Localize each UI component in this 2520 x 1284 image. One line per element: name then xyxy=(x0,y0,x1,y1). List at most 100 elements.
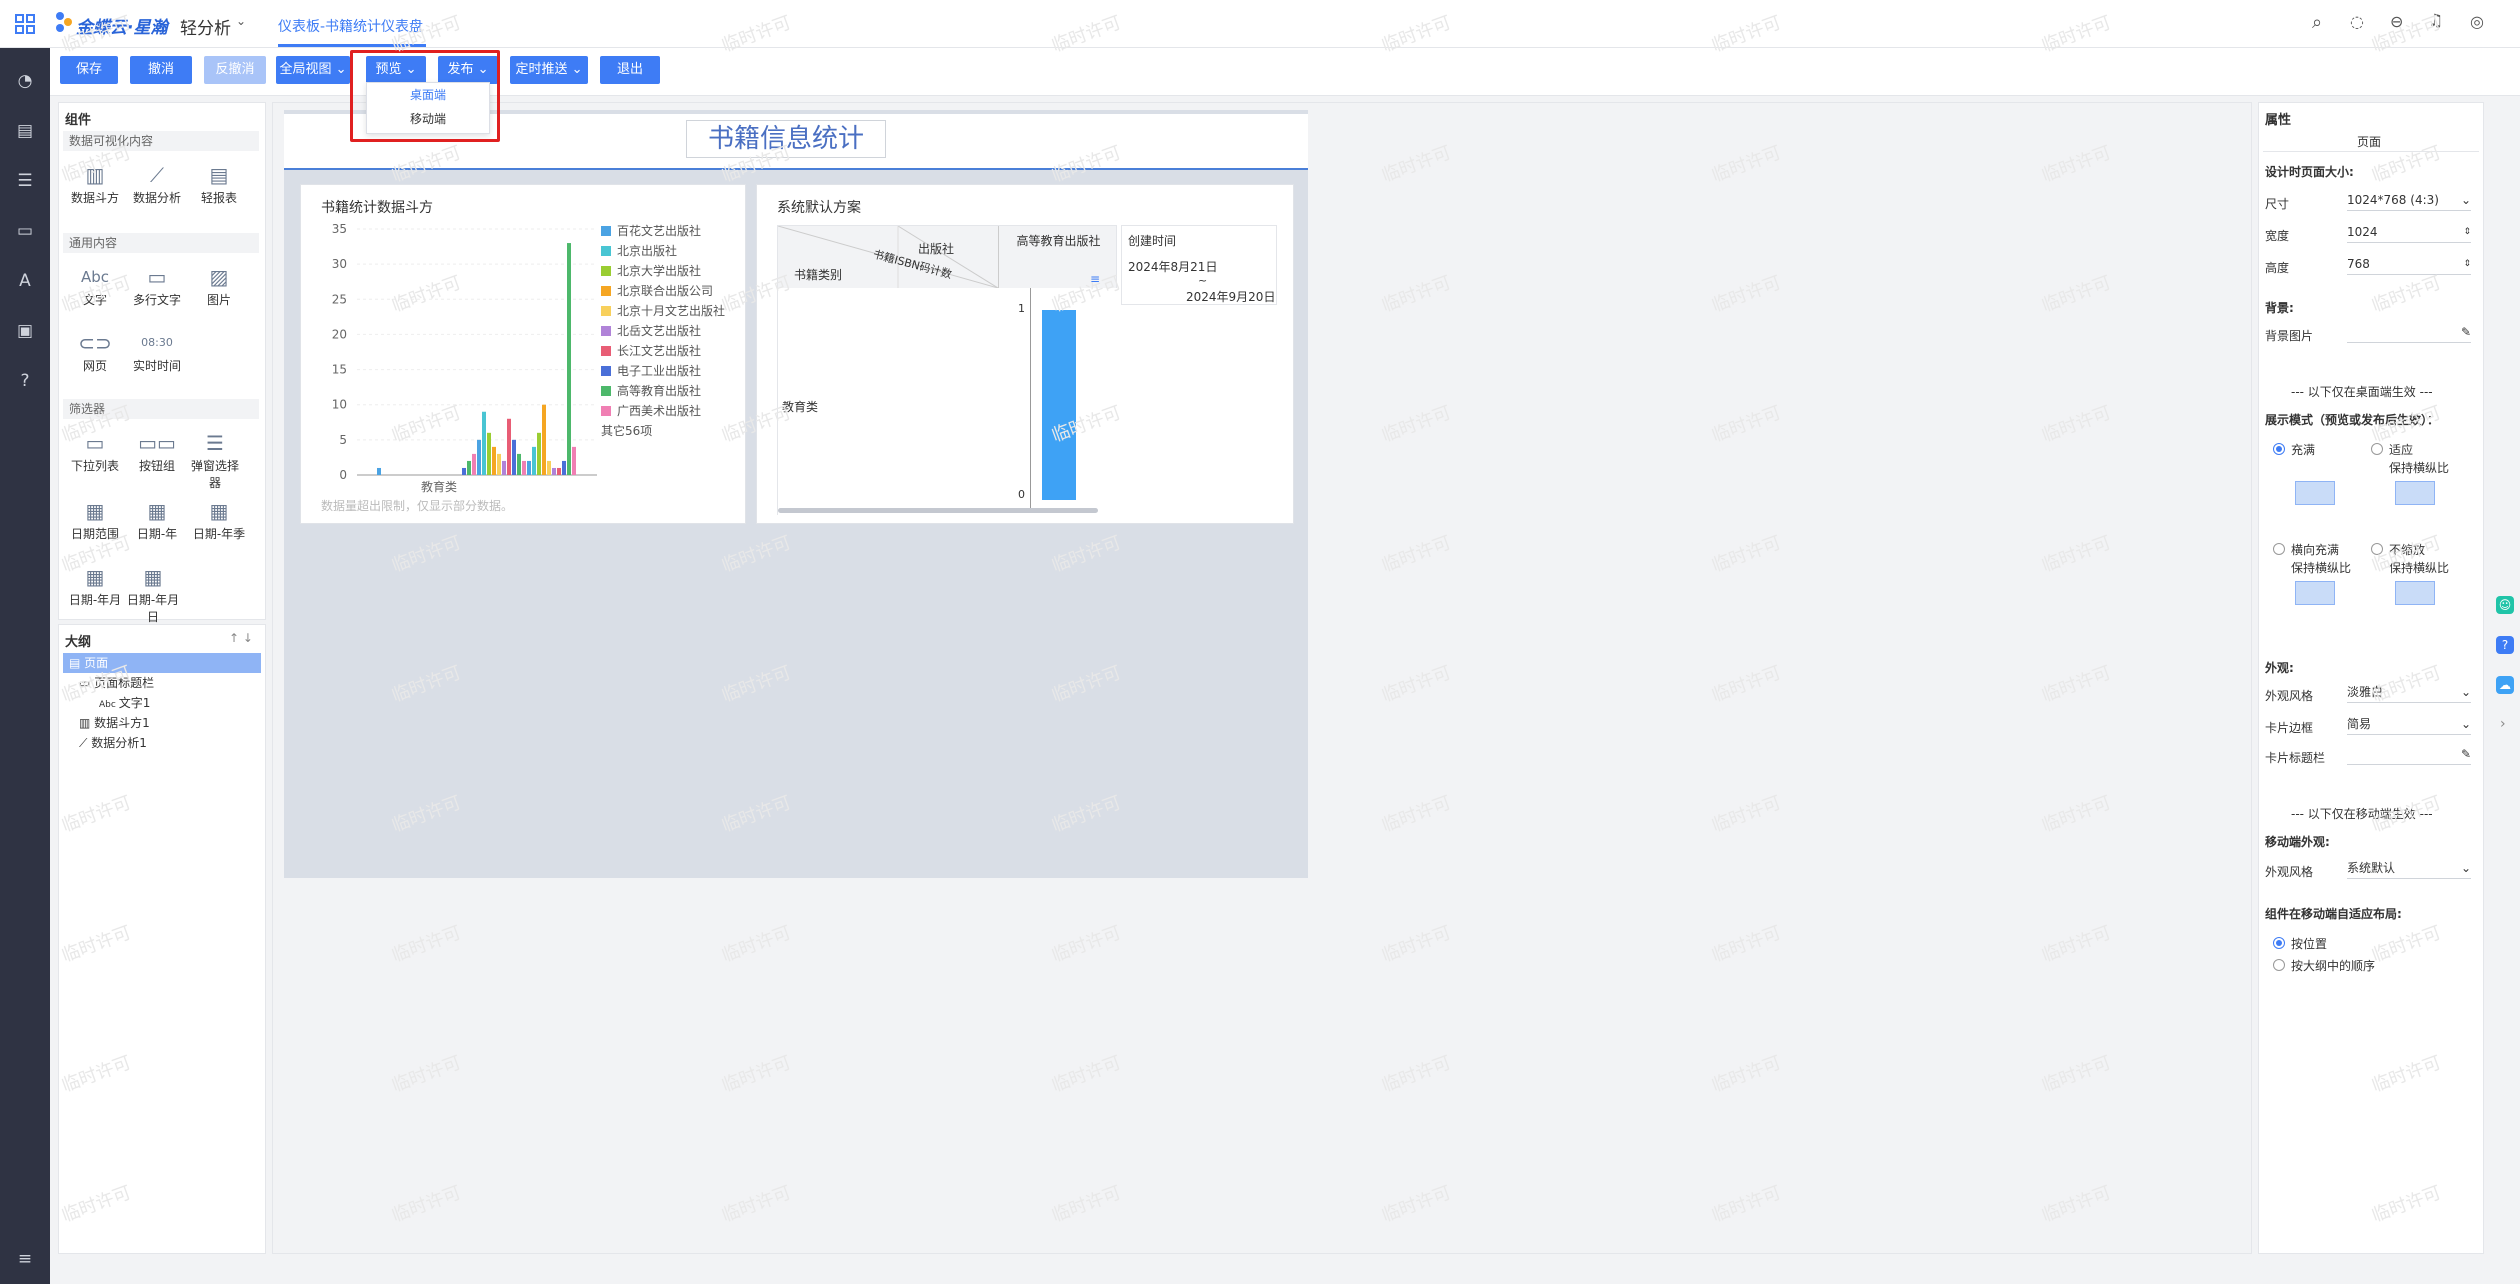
undo-button[interactable]: 撤消 xyxy=(130,56,192,84)
height-input[interactable]: 768 ⇕ xyxy=(2347,253,2471,275)
size-label: 尺寸 xyxy=(2265,197,2290,211)
apps-grid-icon[interactable] xyxy=(14,13,36,35)
question-icon[interactable]: ? xyxy=(14,370,36,392)
chevron-down-icon: ⌄ xyxy=(2460,861,2471,875)
legend-swatch xyxy=(601,346,611,356)
date-range-filter[interactable]: 创建时间 2024年8月21日 ~ 2024年9月20日 xyxy=(1121,225,1277,305)
briefcase-icon[interactable]: ▣ xyxy=(14,320,36,342)
radio-by-outline-label: 按大纲中的顺序 xyxy=(2291,959,2376,973)
sort-icon[interactable]: ↑ ↓ xyxy=(229,631,253,645)
bar xyxy=(512,439,516,475)
legend-swatch xyxy=(601,246,611,256)
calendar-icon: ▦ xyxy=(85,499,105,523)
cloud-icon[interactable]: ☁ xyxy=(2496,676,2514,694)
filter-date-day[interactable]: ▦ 日期-年月日 xyxy=(125,563,181,625)
legend-swatch xyxy=(601,286,611,296)
bar xyxy=(497,453,501,475)
button-group-icon: ▭▭ xyxy=(138,431,176,455)
appearance-heading: 外观: xyxy=(2265,661,2294,675)
radio-fit-label: 适应 xyxy=(2389,443,2414,457)
mobile-style-select[interactable]: 系统默认 ⌄ xyxy=(2347,857,2471,879)
pivot-axis-line xyxy=(1030,288,1031,510)
report-icon[interactable]: ▤ xyxy=(14,120,36,142)
help-icon[interactable]: ? xyxy=(2496,636,2514,654)
popup-list-icon: ☰ xyxy=(206,431,224,455)
filter-dropdown-label: 下拉列表 xyxy=(70,459,119,473)
global-view-button[interactable]: 全局视图 ⌄ xyxy=(276,56,350,84)
text-a-icon[interactable]: A xyxy=(14,270,36,292)
component-image[interactable]: ▨ 图片 xyxy=(187,263,251,308)
radio-fill[interactable] xyxy=(2273,443,2285,455)
component-light-report[interactable]: ▤ 轻报表 xyxy=(187,161,251,206)
highlight-box xyxy=(350,50,500,142)
data-analysis-card[interactable]: 系统默认方案 出版社 书籍ISBN码计数 书籍类别 高等教育出版社 ≡ 教育类 … xyxy=(756,184,1294,524)
width-label: 宽度 xyxy=(2265,229,2290,243)
edit-icon[interactable]: ✎ xyxy=(2461,743,2471,765)
schedule-button[interactable]: 定时推送 ⌄ xyxy=(510,56,588,84)
bar xyxy=(572,446,576,475)
width-input[interactable]: 1024 ⇕ xyxy=(2347,221,2471,243)
filter-button-group[interactable]: ▭▭ 按钮组 xyxy=(125,429,189,474)
horizontal-scrollbar[interactable] xyxy=(778,508,1098,513)
component-multiline-text[interactable]: ▭ 多行文字 xyxy=(125,263,189,308)
props-tab-page[interactable]: 页面 xyxy=(2357,133,2381,150)
image-icon[interactable]: ▭ xyxy=(14,220,36,242)
date-from[interactable]: 2024年8月21日 xyxy=(1128,258,1217,275)
calendar-quarter-icon: ▦ xyxy=(209,499,229,523)
bar-chart-icon: ▥ xyxy=(79,716,95,730)
card-title-input[interactable]: ✎ xyxy=(2347,743,2471,765)
component-realtime[interactable]: 08:30 实时时间 xyxy=(125,329,189,374)
stepper-icon[interactable]: ⇕ xyxy=(2463,221,2471,243)
legend-label: 北岳文艺出版社 xyxy=(617,323,701,338)
radio-by-outline[interactable] xyxy=(2273,959,2285,971)
date-to[interactable]: 2024年9月20日 xyxy=(1186,288,1275,305)
background-image-input[interactable]: ✎ xyxy=(2347,321,2471,343)
stepper-icon[interactable]: ⇕ xyxy=(2463,253,2471,275)
data-cube-card[interactable]: 书籍统计数据斗方 35 30 25 20 15 10 5 0 教育类 百花文艺出版社 北京出版社 北京… xyxy=(300,184,746,524)
bar xyxy=(517,453,521,475)
module-name[interactable]: 轻分析 xyxy=(180,14,231,39)
chevron-right-icon[interactable]: › xyxy=(2500,716,2506,732)
radio-hfill[interactable] xyxy=(2273,543,2285,555)
radio-by-position[interactable] xyxy=(2273,937,2285,949)
exit-button[interactable]: 退出 xyxy=(600,56,660,84)
noscale-preview xyxy=(2395,581,2435,605)
component-data-analysis[interactable]: ⟋ 数据分析 xyxy=(125,161,189,206)
height-value: 768 xyxy=(2347,257,2370,271)
image-icon: ▨ xyxy=(209,265,229,289)
radio-by-position-label: 按位置 xyxy=(2291,937,2328,951)
redo-button[interactable]: 反撤消 xyxy=(204,56,266,84)
component-image-label: 图片 xyxy=(206,293,231,307)
outline-item-text[interactable]: Abc 文字1 xyxy=(99,693,150,713)
pie-chart-icon[interactable]: ◔ xyxy=(14,70,36,92)
database-icon[interactable]: ☰ xyxy=(14,170,36,192)
pivot-table[interactable]: 出版社 书籍ISBN码计数 书籍类别 高等教育出版社 ≡ 教育类 1 0 xyxy=(777,225,1118,516)
chevron-down-icon[interactable]: ⌄ xyxy=(236,14,246,28)
outline-item-cube[interactable]: ▥ 数据斗方1 xyxy=(79,713,150,733)
edit-icon[interactable]: ✎ xyxy=(2461,321,2471,343)
chat-icon[interactable]: ◌ xyxy=(2350,12,2364,31)
bar xyxy=(552,467,556,475)
y-tick-label: 30 xyxy=(332,257,347,271)
legend-swatch xyxy=(601,366,611,376)
divider xyxy=(2263,151,2479,152)
filter-date-day-label: 日期-年月日 xyxy=(126,593,180,624)
filter-popup-selector[interactable]: ☰ 弹窗选择器 xyxy=(187,429,243,491)
user-icon[interactable]: ◎ xyxy=(2470,12,2484,31)
outline-item-analysis[interactable]: ⟋ 数据分析1 xyxy=(79,733,147,753)
outline-title: 大纲 xyxy=(65,635,92,650)
section-general: 通用内容 xyxy=(63,233,259,253)
bar xyxy=(472,453,476,475)
pivot-bar xyxy=(1042,310,1076,500)
style-label: 外观风格 xyxy=(2265,689,2314,703)
assistant-icon[interactable]: ☺ xyxy=(2496,596,2514,614)
filter-date-quarter[interactable]: ▦ 日期-年季 xyxy=(187,497,251,542)
border-select[interactable]: 简易 ⌄ xyxy=(2347,713,2471,735)
search-icon[interactable]: ⌕ xyxy=(2312,12,2322,33)
save-button[interactable]: 保存 xyxy=(60,56,118,84)
menu-toggle-icon[interactable]: ≡ xyxy=(14,1248,36,1270)
filter-date-year[interactable]: ▦ 日期-年 xyxy=(125,497,189,542)
data-cube-title: 书籍统计数据斗方 xyxy=(321,200,433,216)
component-webpage[interactable]: ⊂⊃ 网页 xyxy=(63,329,127,374)
size-select[interactable]: 1024*768 (4:3) ⌄ xyxy=(2347,189,2471,211)
